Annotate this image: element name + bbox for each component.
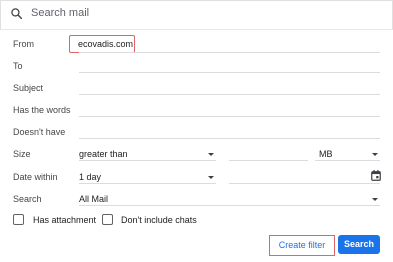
subject-field[interactable] — [79, 94, 380, 95]
search-icon[interactable] — [10, 7, 23, 20]
search-scope-label: Search — [13, 194, 42, 204]
size-unit-select[interactable]: MB — [319, 149, 333, 159]
size-label: Size — [13, 149, 31, 159]
from-value: ecovadis.com — [78, 39, 134, 49]
subject-label: Subject — [13, 83, 44, 93]
has-attachment-checkbox[interactable] — [13, 214, 24, 225]
doesnt-have-label: Doesn't have — [13, 127, 66, 137]
from-label: From — [13, 39, 34, 49]
no-chats-checkbox[interactable] — [102, 214, 113, 225]
date-field[interactable] — [229, 183, 380, 184]
size-unit-underline — [315, 160, 380, 161]
size-value-field[interactable] — [229, 160, 308, 161]
calendar-icon[interactable] — [371, 170, 381, 181]
size-operator-select[interactable]: greater than — [79, 149, 128, 159]
date-within-underline — [79, 183, 216, 184]
create-filter-button[interactable]: Create filter — [269, 235, 335, 256]
to-label: To — [13, 61, 23, 71]
chevron-down-icon[interactable] — [372, 153, 378, 156]
no-chats-label: Don't include chats — [121, 215, 197, 225]
has-words-field[interactable] — [79, 116, 380, 117]
to-field[interactable] — [79, 72, 380, 73]
from-underline — [79, 52, 380, 53]
search-scope-underline — [79, 205, 380, 206]
search-scope-select[interactable]: All Mail — [79, 194, 108, 204]
search-input[interactable]: Search mail — [31, 7, 89, 19]
size-operator-underline — [79, 160, 216, 161]
doesnt-have-field[interactable] — [79, 138, 380, 139]
chevron-down-icon[interactable] — [208, 153, 214, 156]
date-within-label: Date within — [13, 172, 58, 182]
date-within-select[interactable]: 1 day — [79, 172, 101, 182]
has-words-label: Has the words — [13, 105, 71, 115]
search-button[interactable]: Search — [338, 235, 380, 254]
chevron-down-icon[interactable] — [372, 198, 378, 201]
chevron-down-icon[interactable] — [208, 176, 214, 179]
has-attachment-label: Has attachment — [33, 215, 97, 225]
